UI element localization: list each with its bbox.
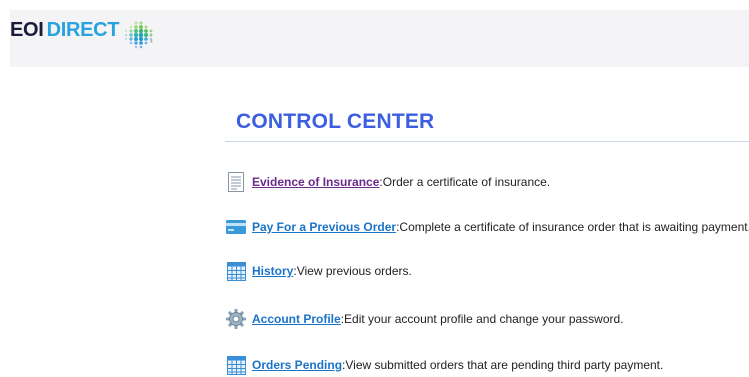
history-description: View previous orders. — [296, 264, 412, 278]
list-item-orders-pending: Orders Pending: View submitted orders th… — [226, 353, 663, 377]
evidence-of-insurance-link[interactable]: Evidence of Insurance — [252, 175, 379, 189]
document-icon — [226, 171, 246, 193]
logo-text-direct: DIRECT — [46, 19, 120, 41]
gear-icon — [226, 308, 246, 330]
eoi-direct-logo[interactable]: EOI DIRECT — [10, 19, 157, 49]
page-title: CONTROL CENTER — [236, 110, 435, 133]
trademark-symbol: ® — [150, 39, 153, 44]
list-item-history: History: View previous orders. — [226, 259, 412, 283]
table-icon — [226, 260, 246, 282]
logo-dots-icon — [124, 21, 153, 49]
account-profile-link[interactable]: Account Profile — [252, 312, 341, 326]
orders-pending-link[interactable]: Orders Pending — [252, 358, 342, 372]
title-divider — [225, 141, 749, 142]
account-profile-description: Edit your account profile and change you… — [344, 312, 624, 326]
logo-text-eoi: EOI — [10, 19, 44, 41]
credit-card-icon — [226, 216, 246, 238]
list-item-pay-previous-order: Pay For a Previous Order: Complete a cer… — [226, 215, 749, 239]
pay-for-previous-order-link[interactable]: Pay For a Previous Order — [252, 220, 396, 234]
evidence-of-insurance-description: Order a certificate of insurance. — [382, 175, 551, 189]
header-bar: EOI DIRECT ® — [10, 10, 749, 67]
history-link[interactable]: History — [252, 264, 293, 278]
list-item-evidence-of-insurance: Evidence of Insurance: Order a certifica… — [226, 170, 550, 194]
pay-for-previous-order-description: Complete a certificate of insurance orde… — [399, 220, 749, 234]
orders-pending-description: View submitted orders that are pending t… — [345, 358, 664, 372]
list-item-account-profile: Account Profile: Edit your account profi… — [226, 307, 624, 331]
table-icon — [226, 354, 246, 376]
